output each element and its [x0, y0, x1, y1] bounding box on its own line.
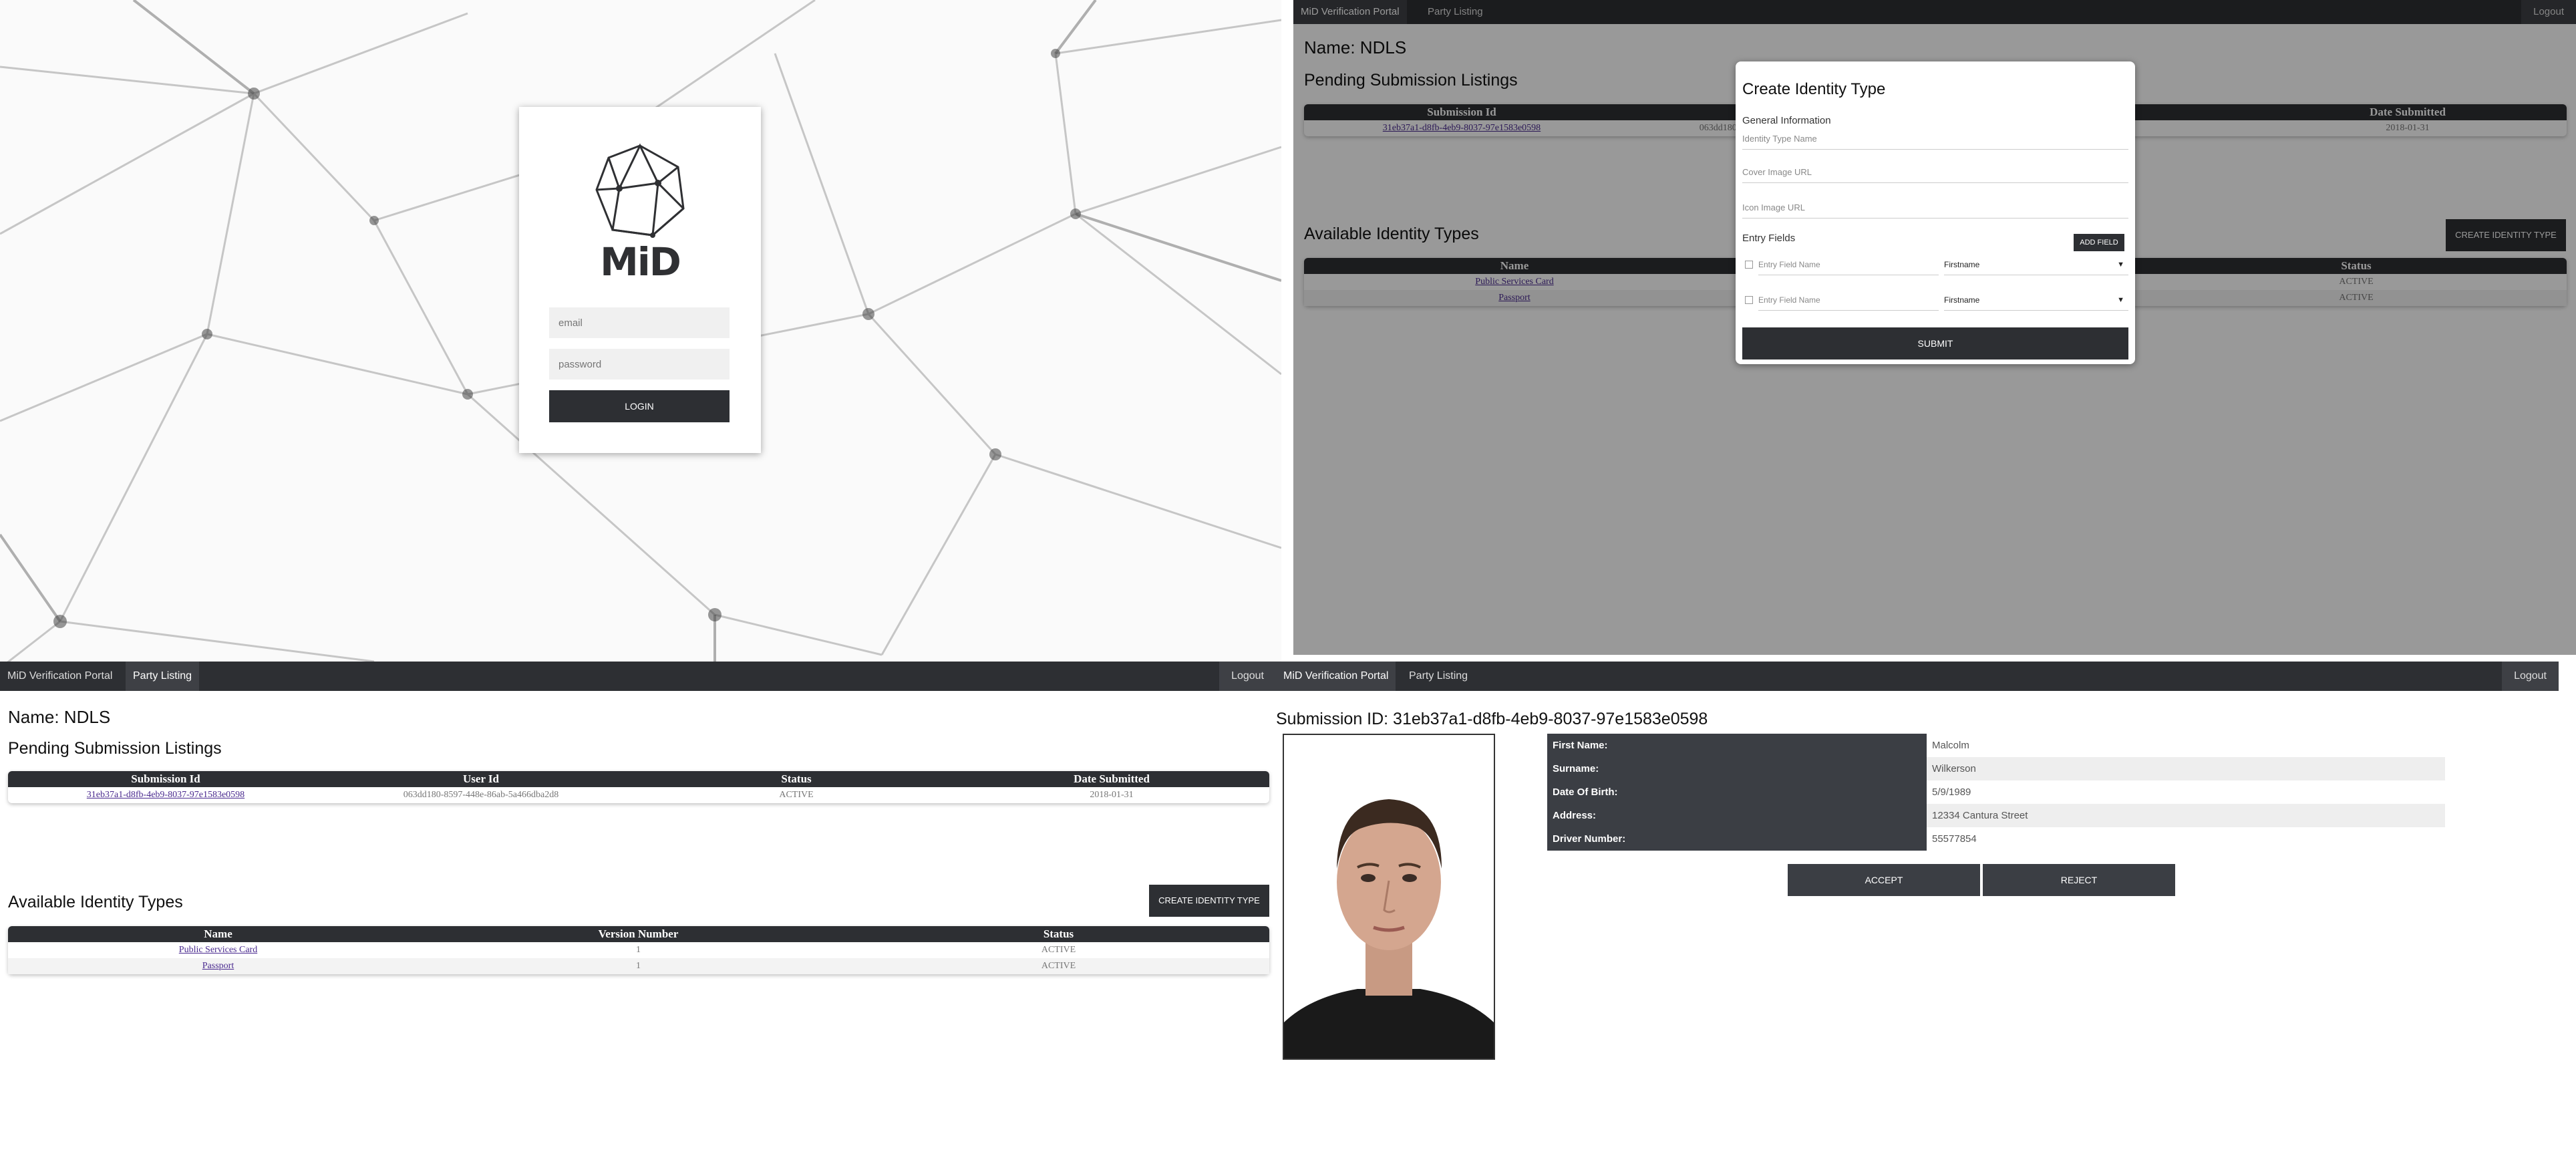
table-header: Submission Id User Id Status Date Submit…	[8, 771, 1269, 787]
general-information-label: General Information	[1742, 115, 1831, 126]
icon-image-url-field[interactable]: Icon Image URL	[1742, 197, 2128, 219]
types-heading: Available Identity Types	[8, 893, 183, 911]
field-placeholder: Cover Image URL	[1742, 167, 1812, 177]
logout-button[interactable]: Logout	[2502, 662, 2559, 691]
field-row: First Name: Malcolm	[1547, 734, 2445, 757]
field-placeholder: Identity Type Name	[1742, 134, 1817, 144]
logout-button[interactable]: Logout	[1219, 662, 1276, 691]
selected-type: Firstname	[1944, 260, 1980, 269]
field-value: Wilkerson	[1927, 757, 2445, 780]
submission-link[interactable]: 31eb37a1-d8fb-4eb9-8037-97e1583e0598	[8, 787, 323, 803]
pending-heading: Pending Submission Listings	[8, 739, 222, 758]
email-input[interactable]	[549, 307, 730, 338]
identity-type-link[interactable]: Public Services Card	[8, 942, 428, 958]
identity-types-table: Name Version Number Status Public Servic…	[8, 926, 1269, 974]
submit-button[interactable]: SUBMIT	[1742, 327, 2128, 359]
column-header: Status	[781, 772, 812, 785]
table-header: Name Version Number Status	[8, 926, 1269, 942]
table-row: Passport 1 ACTIVE	[8, 958, 1269, 974]
entry-checkbox[interactable]	[1745, 296, 1753, 304]
cover-image-url-field[interactable]: Cover Image URL	[1742, 162, 2128, 183]
navbar: MiD Verification Portal Party Listing Lo…	[1276, 662, 2559, 691]
dashboard-with-modal: MiD Verification Portal Party Listing Lo…	[1293, 0, 2576, 655]
password-input[interactable]	[549, 349, 730, 380]
nav-brand[interactable]: MiD Verification Portal	[1276, 662, 1396, 691]
mid-logo-icon	[595, 143, 685, 238]
version-number: 1	[636, 945, 641, 955]
submission-title: Submission ID: 31eb37a1-d8fb-4eb9-8037-9…	[1276, 710, 1708, 728]
portrait-image	[1284, 735, 1494, 1058]
status: ACTIVE	[1041, 961, 1076, 971]
entry-fields-label: Entry Fields	[1742, 233, 1796, 244]
field-value: 12334 Cantura Street	[1927, 804, 2445, 827]
navbar: MiD Verification Portal Party Listing Lo…	[0, 662, 1276, 691]
name-label: Name: NDLS	[8, 707, 111, 727]
identity-type-link[interactable]: Passport	[8, 958, 428, 974]
identity-type-name-field[interactable]: Identity Type Name	[1742, 128, 2128, 150]
field-label: Date Of Birth:	[1547, 780, 1927, 804]
entry-field-type-select[interactable]: Firstname ▼	[1944, 255, 2128, 275]
caret-down-icon: ▼	[2117, 261, 2124, 269]
status: ACTIVE	[779, 790, 814, 800]
field-label: Address:	[1547, 804, 1927, 827]
field-value: Malcolm	[1932, 740, 1969, 751]
pending-table: Submission Id User Id Status Date Submit…	[8, 771, 1269, 803]
submission-fields: First Name: Malcolm Surname: Wilkerson D…	[1547, 734, 2445, 851]
create-identity-type-button[interactable]: CREATE IDENTITY TYPE	[1149, 885, 1269, 917]
entry-checkbox[interactable]	[1745, 261, 1753, 269]
date-submitted: 2018-01-31	[1090, 790, 1134, 800]
user-id: 063dd180-8597-448e-86ab-5a466dba2d8	[403, 790, 559, 800]
modal-title: Create Identity Type	[1742, 80, 1886, 98]
entry-field-row: Entry Field Name Firstname ▼	[1742, 255, 2128, 275]
create-identity-type-modal: Create Identity Type General Information…	[1736, 61, 2135, 364]
nav-brand[interactable]: MiD Verification Portal	[0, 662, 120, 691]
column-header: Name	[204, 927, 232, 940]
table-row: 31eb37a1-d8fb-4eb9-8037-97e1583e0598 063…	[8, 787, 1269, 803]
column-header: Date Submitted	[1074, 772, 1150, 785]
logo-text: MiD	[600, 239, 681, 285]
field-row: Address: 12334 Cantura Street	[1547, 804, 2445, 827]
id-photo	[1283, 734, 1495, 1060]
column-header: Version Number	[598, 927, 679, 940]
field-row: Date Of Birth: 5/9/1989	[1547, 780, 2445, 804]
field-row: Driver Number: 55577854	[1547, 827, 2445, 851]
column-header: Submission Id	[131, 772, 200, 785]
login-screen: MiD LOGIN	[0, 0, 1281, 662]
accept-button[interactable]: ACCEPT	[1788, 864, 1980, 896]
table-row: Public Services Card 1 ACTIVE	[8, 942, 1269, 958]
dashboard: MiD Verification Portal Party Listing Lo…	[0, 662, 1276, 1160]
field-value: 55577854	[1932, 833, 1977, 845]
login-button[interactable]: LOGIN	[549, 390, 730, 422]
field-value: 5/9/1989	[1932, 786, 1971, 798]
entry-field-type-select[interactable]: Firstname ▼	[1944, 291, 2128, 311]
nav-party-listing[interactable]: Party Listing	[126, 662, 200, 691]
caret-down-icon: ▼	[2117, 296, 2124, 304]
nav-party-listing[interactable]: Party Listing	[1402, 662, 1475, 691]
version-number: 1	[636, 961, 641, 971]
column-header: User Id	[463, 772, 499, 785]
field-label: First Name:	[1547, 734, 1927, 757]
submission-detail: MiD Verification Portal Party Listing Lo…	[1276, 662, 2576, 1160]
selected-type: Firstname	[1944, 295, 1980, 305]
entry-field-row: Entry Field Name Firstname ▼	[1742, 291, 2128, 311]
entry-field-name-input[interactable]: Entry Field Name	[1758, 255, 1939, 275]
field-placeholder: Icon Image URL	[1742, 202, 1805, 212]
login-card: MiD LOGIN	[519, 107, 761, 453]
status: ACTIVE	[1041, 945, 1076, 955]
entry-field-name-input[interactable]: Entry Field Name	[1758, 291, 1939, 311]
add-field-button[interactable]: ADD FIELD	[2074, 234, 2124, 251]
reject-button[interactable]: REJECT	[1983, 864, 2175, 896]
field-row: Surname: Wilkerson	[1547, 757, 2445, 780]
field-label: Driver Number:	[1547, 827, 1927, 851]
field-label: Surname:	[1547, 757, 1927, 780]
column-header: Status	[1043, 927, 1074, 940]
